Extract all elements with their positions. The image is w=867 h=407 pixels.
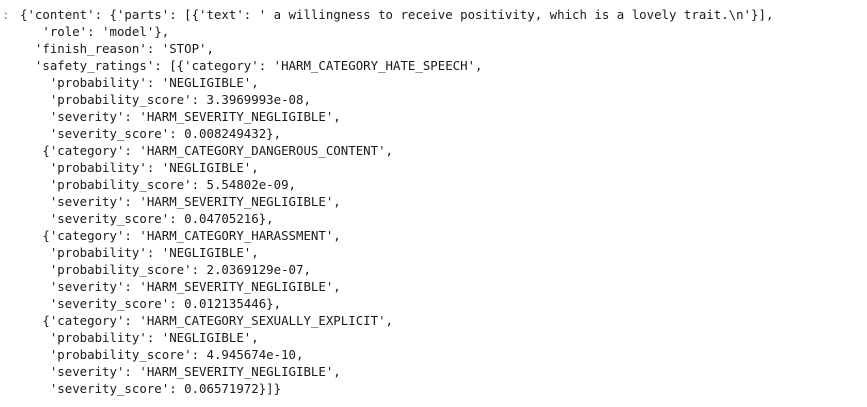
output-line: 'probability_score': 5.54802e-09, (20, 177, 297, 192)
output-line: 'probability_score': 2.0369129e-07, (20, 262, 311, 277)
output-line: 'severity': 'HARM_SEVERITY_NEGLIGIBLE', (20, 194, 341, 209)
output-line: {'content': {'parts': [{'text': ' a will… (20, 7, 774, 22)
output-line: 'probability': 'NEGLIGIBLE', (20, 75, 259, 90)
output-text: {'content': {'parts': [{'text': ' a will… (20, 6, 773, 397)
output-line: 'probability': 'NEGLIGIBLE', (20, 160, 259, 175)
output-line: 'safety_ratings': [{'category': 'HARM_CA… (20, 58, 483, 73)
output-line: 'severity': 'HARM_SEVERITY_NEGLIGIBLE', (20, 279, 341, 294)
output-line: 'severity_score': 0.008249432}, (20, 126, 282, 141)
output-line: {'category': 'HARM_CATEGORY_HARASSMENT', (20, 228, 341, 243)
output-line: 'probability': 'NEGLIGIBLE', (20, 330, 259, 345)
notebook-output-area: : {'content': {'parts': [{'text': ' a wi… (0, 0, 867, 407)
output-line: 'severity': 'HARM_SEVERITY_NEGLIGIBLE', (20, 364, 341, 379)
output-line: 'role': 'model'}, (20, 24, 170, 39)
output-line: 'severity_score': 0.06571972}]} (20, 381, 282, 396)
output-line: 'probability_score': 4.945674e-10, (20, 347, 304, 362)
output-line: 'probability': 'NEGLIGIBLE', (20, 245, 259, 260)
output-line: {'category': 'HARM_CATEGORY_SEXUALLY_EXP… (20, 313, 393, 328)
output-line: 'probability_score': 3.3969993e-08, (20, 92, 311, 107)
output-line: 'severity_score': 0.04705216}, (20, 211, 274, 226)
output-line: 'severity': 'HARM_SEVERITY_NEGLIGIBLE', (20, 109, 341, 124)
output-line: 'severity_score': 0.012135446}, (20, 296, 282, 311)
output-line: {'category': 'HARM_CATEGORY_DANGEROUS_CO… (20, 143, 393, 158)
output-prompt-marker: : (2, 7, 10, 22)
output-line: 'finish_reason': 'STOP', (20, 41, 214, 56)
